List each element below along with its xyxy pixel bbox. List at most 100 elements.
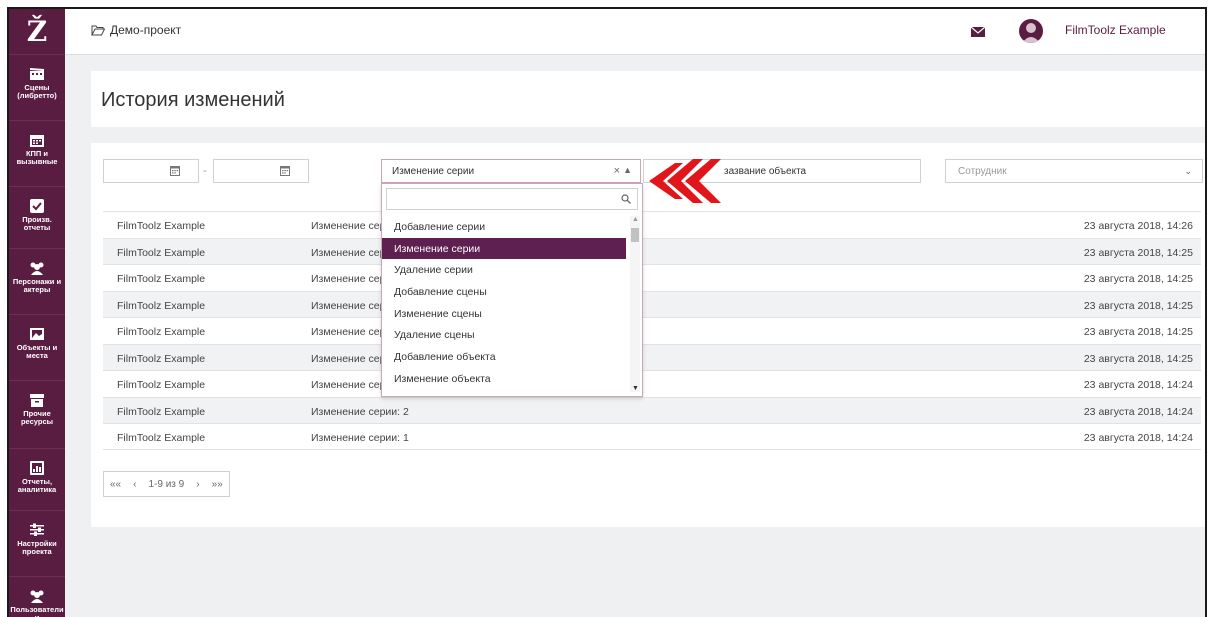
- users-icon: [30, 590, 44, 603]
- dropdown-options: Добавление серии Изменение серии Удалени…: [382, 216, 626, 390]
- table-row: FilmToolz Example Изменение серии: 9 23 ав…: [103, 237, 1201, 264]
- sidebar-item-characters[interactable]: Персонажи и актеры: [9, 249, 65, 315]
- scrollbar-thumb[interactable]: [631, 228, 639, 242]
- dropdown-option-selected[interactable]: Изменение серии: [382, 237, 626, 260]
- row-action: Изменение серии: 2: [311, 405, 409, 418]
- row-date: 23 августа 2018, 14:24: [1083, 405, 1193, 418]
- people-icon: [30, 262, 44, 275]
- row-user: FilmToolz Example: [117, 220, 206, 232]
- row-user: FilmToolz Example: [117, 326, 206, 338]
- row-user: FilmToolz Example: [117, 246, 206, 259]
- sidebar-item-label: Отчеты, аналитика: [17, 477, 57, 494]
- sidebar-item-label: Объекты и места: [16, 343, 58, 360]
- table-row: FilmToolz Example Изменение серии: 6 23 ав…: [103, 317, 1201, 344]
- title-card: История изменений: [91, 71, 1205, 127]
- app-logo[interactable]: Ž: [9, 9, 65, 55]
- sidebar-item-resources[interactable]: Прочие ресурсы: [9, 381, 65, 449]
- table-row: FilmToolz Example Изменение серии: 5 23 ав…: [103, 343, 1201, 370]
- object-name-value: зазвание объекта: [724, 166, 807, 177]
- row-date: 23 августа 2018, 14:24: [1083, 379, 1193, 391]
- scroll-up-icon[interactable]: ▲: [632, 216, 639, 223]
- dropdown-option[interactable]: Добавление серии: [382, 216, 626, 238]
- date-separator: -: [203, 165, 207, 177]
- history-table: FilmToolz Example Изменение серии: 10 23 а…: [103, 211, 1201, 450]
- sidebar-item-reports[interactable]: Произв. отчеты: [9, 187, 65, 249]
- annotation-arrow-icon: [649, 159, 721, 203]
- row-date: 23 августа 2018, 14:25: [1083, 326, 1193, 338]
- dropdown-option[interactable]: Изменение объекта: [382, 368, 626, 390]
- row-user: FilmToolz Example: [117, 379, 206, 391]
- checkbox-icon: [30, 199, 44, 213]
- calendar-icon: [30, 135, 44, 147]
- image-icon: [30, 328, 44, 340]
- chevron-up-icon[interactable]: ▲: [623, 165, 632, 175]
- project-selector[interactable]: Демо-проект: [91, 23, 181, 37]
- sidebar-item-kpp[interactable]: КПП и вызывные: [9, 121, 65, 187]
- date-from-field[interactable]: [103, 159, 199, 183]
- mail-icon[interactable]: [971, 27, 985, 37]
- dropdown-option[interactable]: Удаление сцены: [382, 324, 626, 346]
- row-user: FilmToolz Example: [117, 299, 206, 312]
- app-window: Ž Сцены (либретто) КПП и вызывные Произв…: [7, 7, 1207, 617]
- row-user: FilmToolz Example: [117, 273, 206, 285]
- sidebar-item-settings[interactable]: Настройки проекта: [9, 511, 65, 577]
- table-row: FilmToolz Example Изменение серии: 10 23 а…: [103, 211, 1201, 238]
- table-row: FilmToolz Example Изменение серии: 1 23 ав…: [103, 423, 1201, 450]
- sidebar-item-label: Пользователи и: [10, 605, 64, 617]
- date-to-field[interactable]: [213, 159, 309, 183]
- pagination: «« ‹ 1-9 из 9 › »»: [103, 471, 230, 497]
- archive-icon: [30, 394, 44, 407]
- row-user: FilmToolz Example: [117, 352, 206, 365]
- row-user: FilmToolz Example: [117, 432, 206, 444]
- dropdown-search-input[interactable]: [386, 188, 638, 210]
- prev-page-button[interactable]: ‹: [127, 479, 142, 490]
- bar-chart-icon: [30, 461, 44, 475]
- next-page-button[interactable]: ›: [190, 479, 205, 490]
- dropdown-option[interactable]: Изменение сцены: [382, 303, 626, 325]
- sidebar-item-analytics[interactable]: Отчеты, аналитика: [9, 449, 65, 511]
- sidebar-item-label: Настройки проекта: [17, 539, 57, 556]
- row-date: 23 августа 2018, 14:24: [1083, 432, 1193, 444]
- project-name: Демо-проект: [110, 23, 182, 37]
- clear-icon[interactable]: ×: [614, 165, 620, 177]
- sidebar-item-scenes[interactable]: Сцены (либретто): [9, 55, 65, 121]
- page-title: История изменений: [101, 89, 285, 111]
- sidebar-item-label: Персонажи и актеры: [12, 277, 62, 294]
- last-page-button[interactable]: »»: [206, 479, 229, 490]
- calendar-icon[interactable]: [280, 165, 290, 176]
- sidebar: Ž Сцены (либретто) КПП и вызывные Произв…: [9, 9, 65, 617]
- chevron-down-icon[interactable]: ⌄: [1184, 166, 1192, 177]
- history-panel: - Изменение серии × ▲ зазвание объекта С…: [91, 143, 1205, 527]
- avatar[interactable]: [1019, 19, 1043, 43]
- user-name[interactable]: FilmToolz Example: [1065, 23, 1166, 37]
- user-avatar-icon: [1022, 23, 1040, 43]
- calendar-icon[interactable]: [170, 165, 180, 176]
- dropdown-option[interactable]: Добавление объекта: [382, 346, 626, 368]
- page-range: 1-9 из 9: [148, 478, 185, 490]
- employee-select[interactable]: Сотрудник ⌄: [945, 159, 1203, 183]
- sidebar-item-objects[interactable]: Объекты и места: [9, 315, 65, 381]
- sidebar-item-users[interactable]: Пользователи и: [9, 577, 65, 617]
- sliders-icon: [30, 523, 44, 536]
- change-type-value: Изменение серии: [392, 166, 475, 177]
- scroll-down-icon[interactable]: ▼: [632, 385, 639, 392]
- table-row: FilmToolz Example Изменение серии: 7 23 ав…: [103, 290, 1201, 317]
- folder-open-icon: [91, 25, 105, 35]
- sidebar-item-label: Прочие ресурсы: [20, 409, 54, 426]
- first-page-button[interactable]: ««: [104, 479, 127, 490]
- dropdown-option[interactable]: Удаление серии: [382, 259, 626, 281]
- row-date: 23 августа 2018, 14:26: [1083, 220, 1193, 232]
- table-row: FilmToolz Example Изменение серии: 2 23 ав…: [103, 396, 1201, 423]
- sidebar-item-label: Сцены (либретто): [17, 83, 57, 100]
- dropdown-option[interactable]: Добавление сцены: [382, 281, 626, 303]
- table-row: FilmToolz Example Изменение серии: 8 23 ав…: [103, 264, 1201, 291]
- change-type-dropdown: Добавление серии Изменение серии Удалени…: [381, 183, 643, 397]
- row-action: Изменение серии: 1: [311, 432, 409, 444]
- scenes-icon: [30, 68, 44, 80]
- sidebar-item-label: Произв. отчеты: [22, 215, 52, 232]
- change-type-select[interactable]: Изменение серии × ▲: [381, 159, 641, 183]
- row-date: 23 августа 2018, 14:25: [1083, 299, 1193, 312]
- top-bar: Демо-проект FilmToolz Example: [65, 9, 1205, 55]
- dropdown-scrollbar[interactable]: ▲ ▼: [630, 216, 640, 392]
- row-date: 23 августа 2018, 14:25: [1083, 273, 1193, 285]
